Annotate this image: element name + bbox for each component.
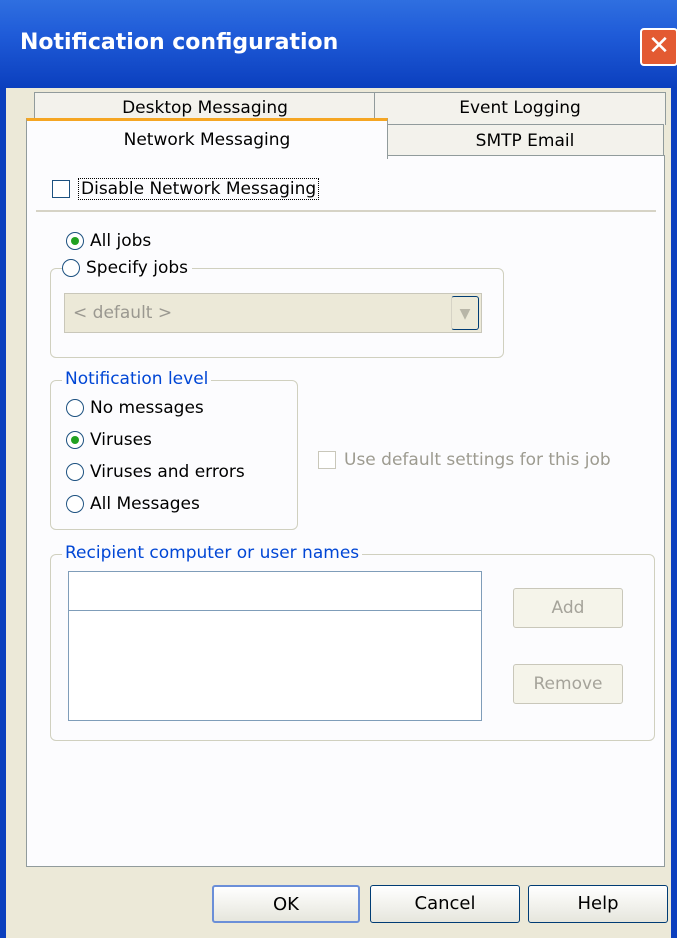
recipient-list[interactable] bbox=[68, 611, 482, 721]
viruses-and-errors-radio[interactable] bbox=[66, 463, 84, 481]
viruses-radio[interactable] bbox=[66, 431, 84, 449]
viruses-label: Viruses bbox=[90, 430, 152, 450]
radio-selected-dot bbox=[71, 436, 79, 444]
notification-configuration-dialog: Notification configuration ✕ Desktop Mes… bbox=[0, 0, 677, 938]
tab-network-messaging[interactable]: Network Messaging bbox=[26, 118, 388, 159]
cancel-button[interactable]: Cancel bbox=[370, 885, 520, 923]
all-messages-radio[interactable] bbox=[66, 495, 84, 513]
recipient-input[interactable] bbox=[68, 571, 482, 611]
title-bar[interactable]: Notification configuration ✕ bbox=[0, 0, 677, 88]
disable-network-messaging-label: Disable Network Messaging bbox=[78, 178, 320, 200]
add-button[interactable]: Add bbox=[513, 588, 623, 628]
all-messages-option[interactable]: All Messages bbox=[66, 494, 200, 514]
tab-event-logging[interactable]: Event Logging bbox=[374, 92, 666, 125]
notification-level-legend: Notification level bbox=[62, 369, 212, 389]
window-border-left bbox=[0, 88, 6, 938]
chevron-down-icon[interactable]: ▼ bbox=[451, 296, 479, 330]
viruses-option[interactable]: Viruses bbox=[66, 430, 152, 450]
all-jobs-label: All jobs bbox=[90, 231, 152, 251]
use-default-settings-row[interactable]: Use default settings for this job bbox=[318, 450, 611, 470]
no-messages-label: No messages bbox=[90, 398, 204, 418]
viruses-and-errors-option[interactable]: Viruses and errors bbox=[66, 462, 245, 482]
specify-jobs-option[interactable]: Specify jobs bbox=[62, 258, 193, 278]
no-messages-option[interactable]: No messages bbox=[66, 398, 204, 418]
window-border-right bbox=[671, 88, 677, 938]
jobs-combo[interactable]: < default > ▼ bbox=[64, 293, 482, 333]
tab-smtp-email[interactable]: SMTP Email bbox=[386, 124, 664, 157]
close-button[interactable]: ✕ bbox=[640, 28, 677, 66]
divider bbox=[36, 210, 656, 212]
help-button[interactable]: Help bbox=[528, 885, 668, 923]
specify-jobs-radio[interactable] bbox=[62, 259, 80, 277]
all-jobs-option[interactable]: All jobs bbox=[66, 231, 151, 251]
viruses-and-errors-label: Viruses and errors bbox=[90, 462, 245, 482]
all-messages-label: All Messages bbox=[90, 494, 200, 514]
ok-button[interactable]: OK bbox=[212, 885, 360, 923]
remove-button[interactable]: Remove bbox=[513, 664, 623, 704]
use-default-settings-label: Use default settings for this job bbox=[344, 450, 611, 470]
no-messages-radio[interactable] bbox=[66, 399, 84, 417]
use-default-settings-checkbox[interactable] bbox=[318, 451, 336, 469]
disable-network-messaging-row[interactable]: Disable Network Messaging bbox=[52, 178, 320, 200]
radio-selected-dot bbox=[71, 237, 79, 245]
all-jobs-radio[interactable] bbox=[66, 232, 84, 250]
close-icon: ✕ bbox=[648, 31, 670, 61]
window-title: Notification configuration bbox=[20, 30, 339, 55]
jobs-combo-value: < default > bbox=[73, 303, 173, 323]
disable-network-messaging-checkbox[interactable] bbox=[52, 180, 70, 198]
specify-jobs-label: Specify jobs bbox=[86, 258, 189, 278]
recipients-legend: Recipient computer or user names bbox=[62, 543, 363, 563]
